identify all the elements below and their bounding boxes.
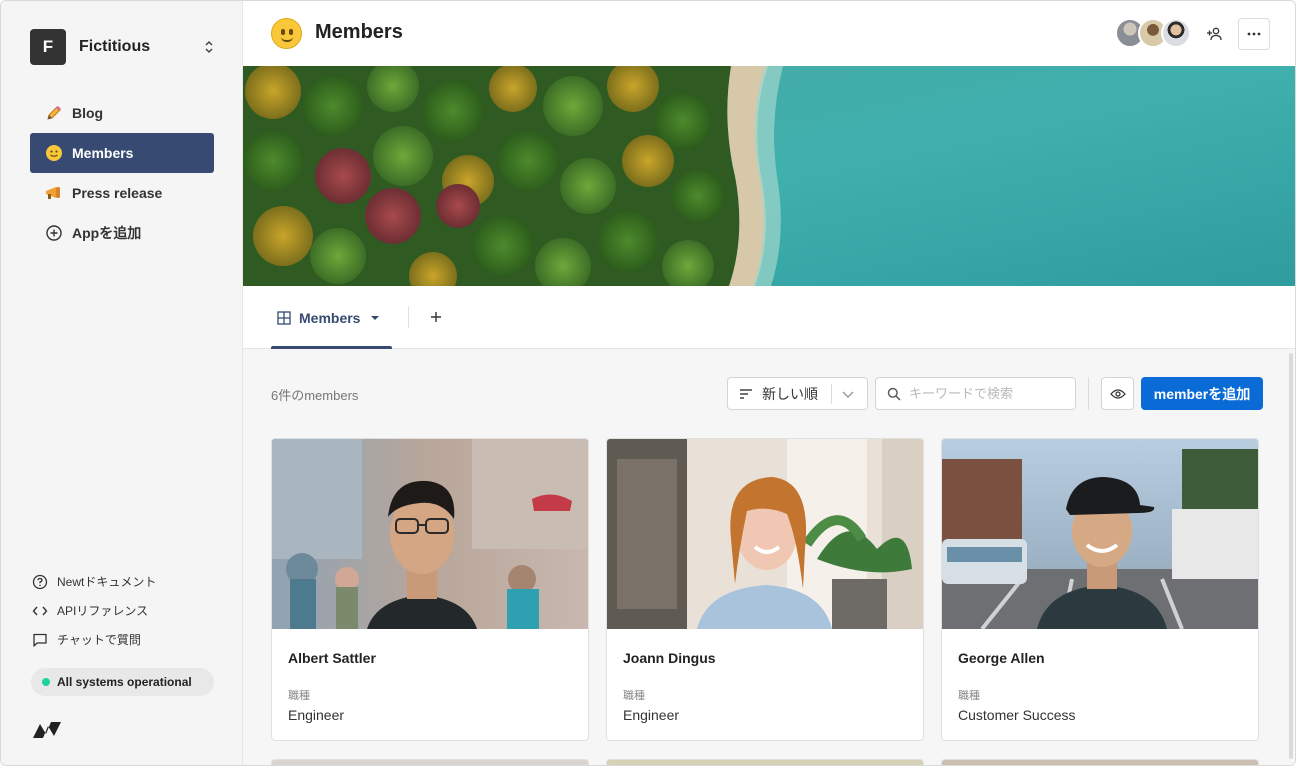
tab-label: Members (299, 309, 361, 326)
sidebar-item-press-release[interactable]: Press release (30, 173, 214, 213)
member-name: Joann Dingus (623, 650, 716, 666)
megaphone-icon (44, 183, 64, 203)
more-horizontal-icon (1247, 32, 1261, 36)
chat-support-link-label: チャットで質問 (57, 633, 141, 647)
field-value: Customer Success (958, 707, 1076, 723)
sidebar: F Fictitious Blog Members Press release … (1, 1, 243, 765)
api-reference-link[interactable]: APIリファレンス (31, 596, 221, 625)
main-area: Members Members 6件のmembers 新しい順 キーワードで検索… (243, 1, 1295, 765)
sidebar-item-label: Blog (72, 105, 104, 121)
member-name: Albert Sattler (288, 650, 376, 666)
page-header: Members (243, 1, 1295, 66)
pencil-icon (44, 103, 64, 123)
search-icon (887, 387, 901, 401)
page-title: Members (315, 21, 403, 43)
chevron-updown-icon[interactable] (202, 37, 216, 57)
code-icon (31, 602, 49, 620)
page-smiley-icon[interactable] (271, 18, 302, 49)
chat-support-link[interactable]: チャットで質問 (31, 625, 221, 654)
sort-select[interactable]: 新しい順 (727, 377, 868, 410)
member-photo (272, 439, 588, 629)
workspace-switcher[interactable]: F Fictitious (30, 29, 216, 65)
sidebar-item-blog[interactable]: Blog (30, 93, 214, 133)
view-tabs: Members (243, 286, 1295, 349)
item-count: 6件のmembers (271, 388, 359, 403)
search-input[interactable] (909, 386, 1069, 401)
members-content: 6件のmembers 新しい順 me (243, 349, 1295, 765)
sidebar-item-add-app[interactable]: Appを追加 (30, 213, 214, 253)
collaborator-avatars[interactable] (1115, 18, 1195, 48)
caret-down-icon[interactable] (370, 315, 380, 321)
sort-icon (739, 388, 755, 400)
status-dot (42, 678, 50, 686)
sort-divider (831, 384, 832, 404)
add-view-button[interactable] (423, 303, 449, 331)
docs-link[interactable]: Newtドキュメント (31, 567, 221, 596)
tab-divider (408, 306, 409, 328)
member-card[interactable]: George Allen 職種 Customer Success (941, 438, 1259, 741)
workspace-name: Fictitious (79, 38, 151, 55)
scrollbar[interactable] (1289, 353, 1293, 759)
grid-icon (277, 310, 291, 325)
sidebar-item-label: Appを追加 (72, 225, 142, 241)
member-card[interactable]: Albert Sattler 職種 Engineer (271, 438, 589, 741)
sidebar-nav: Blog Members Press release Appを追加 (30, 93, 214, 253)
eye-icon (1109, 388, 1126, 399)
plus-icon (431, 312, 441, 322)
member-card[interactable] (271, 759, 589, 765)
workspace-logo: F (30, 29, 66, 65)
search-field[interactable] (875, 377, 1076, 410)
docs-link-label: Newtドキュメント (57, 575, 157, 589)
member-name: George Allen (958, 650, 1045, 666)
tab-members[interactable]: Members (271, 286, 392, 349)
chat-icon (31, 631, 49, 649)
field-label: 職種 (623, 690, 645, 702)
toolbar-divider (1088, 377, 1089, 410)
avatar[interactable] (1161, 18, 1191, 48)
visibility-toggle-button[interactable] (1101, 377, 1134, 410)
add-member-button[interactable]: memberを追加 (1141, 377, 1263, 410)
member-card[interactable] (606, 759, 924, 765)
sidebar-footer-links: Newtドキュメント APIリファレンス チャットで質問 (31, 567, 221, 654)
field-value: Engineer (288, 707, 345, 723)
chevron-down-icon[interactable] (841, 387, 855, 401)
newt-logo-icon (31, 716, 65, 746)
smiley-icon (44, 143, 64, 163)
cover-image (243, 66, 1295, 286)
field-label: 職種 (958, 690, 980, 702)
status-label: All systems operational (57, 675, 192, 689)
member-card[interactable]: Joann Dingus 職種 Engineer (606, 438, 924, 741)
sidebar-item-members[interactable]: Members (30, 133, 214, 173)
field-label: 職種 (288, 690, 310, 702)
sort-label: 新しい順 (762, 385, 818, 402)
field-value: Engineer (623, 707, 680, 723)
app-window: F Fictitious Blog Members Press release … (0, 0, 1296, 766)
api-reference-link-label: APIリファレンス (57, 604, 149, 618)
member-card[interactable] (941, 759, 1259, 765)
invite-member-button[interactable] (1199, 18, 1231, 50)
more-options-button[interactable] (1238, 18, 1270, 50)
system-status-badge[interactable]: All systems operational (31, 668, 214, 696)
sidebar-item-label: Members (72, 145, 134, 161)
member-photo (607, 439, 923, 629)
help-circle-icon (31, 573, 49, 591)
member-photo (942, 439, 1258, 629)
plus-circle-icon (44, 223, 64, 243)
sidebar-item-label: Press release (72, 185, 163, 201)
